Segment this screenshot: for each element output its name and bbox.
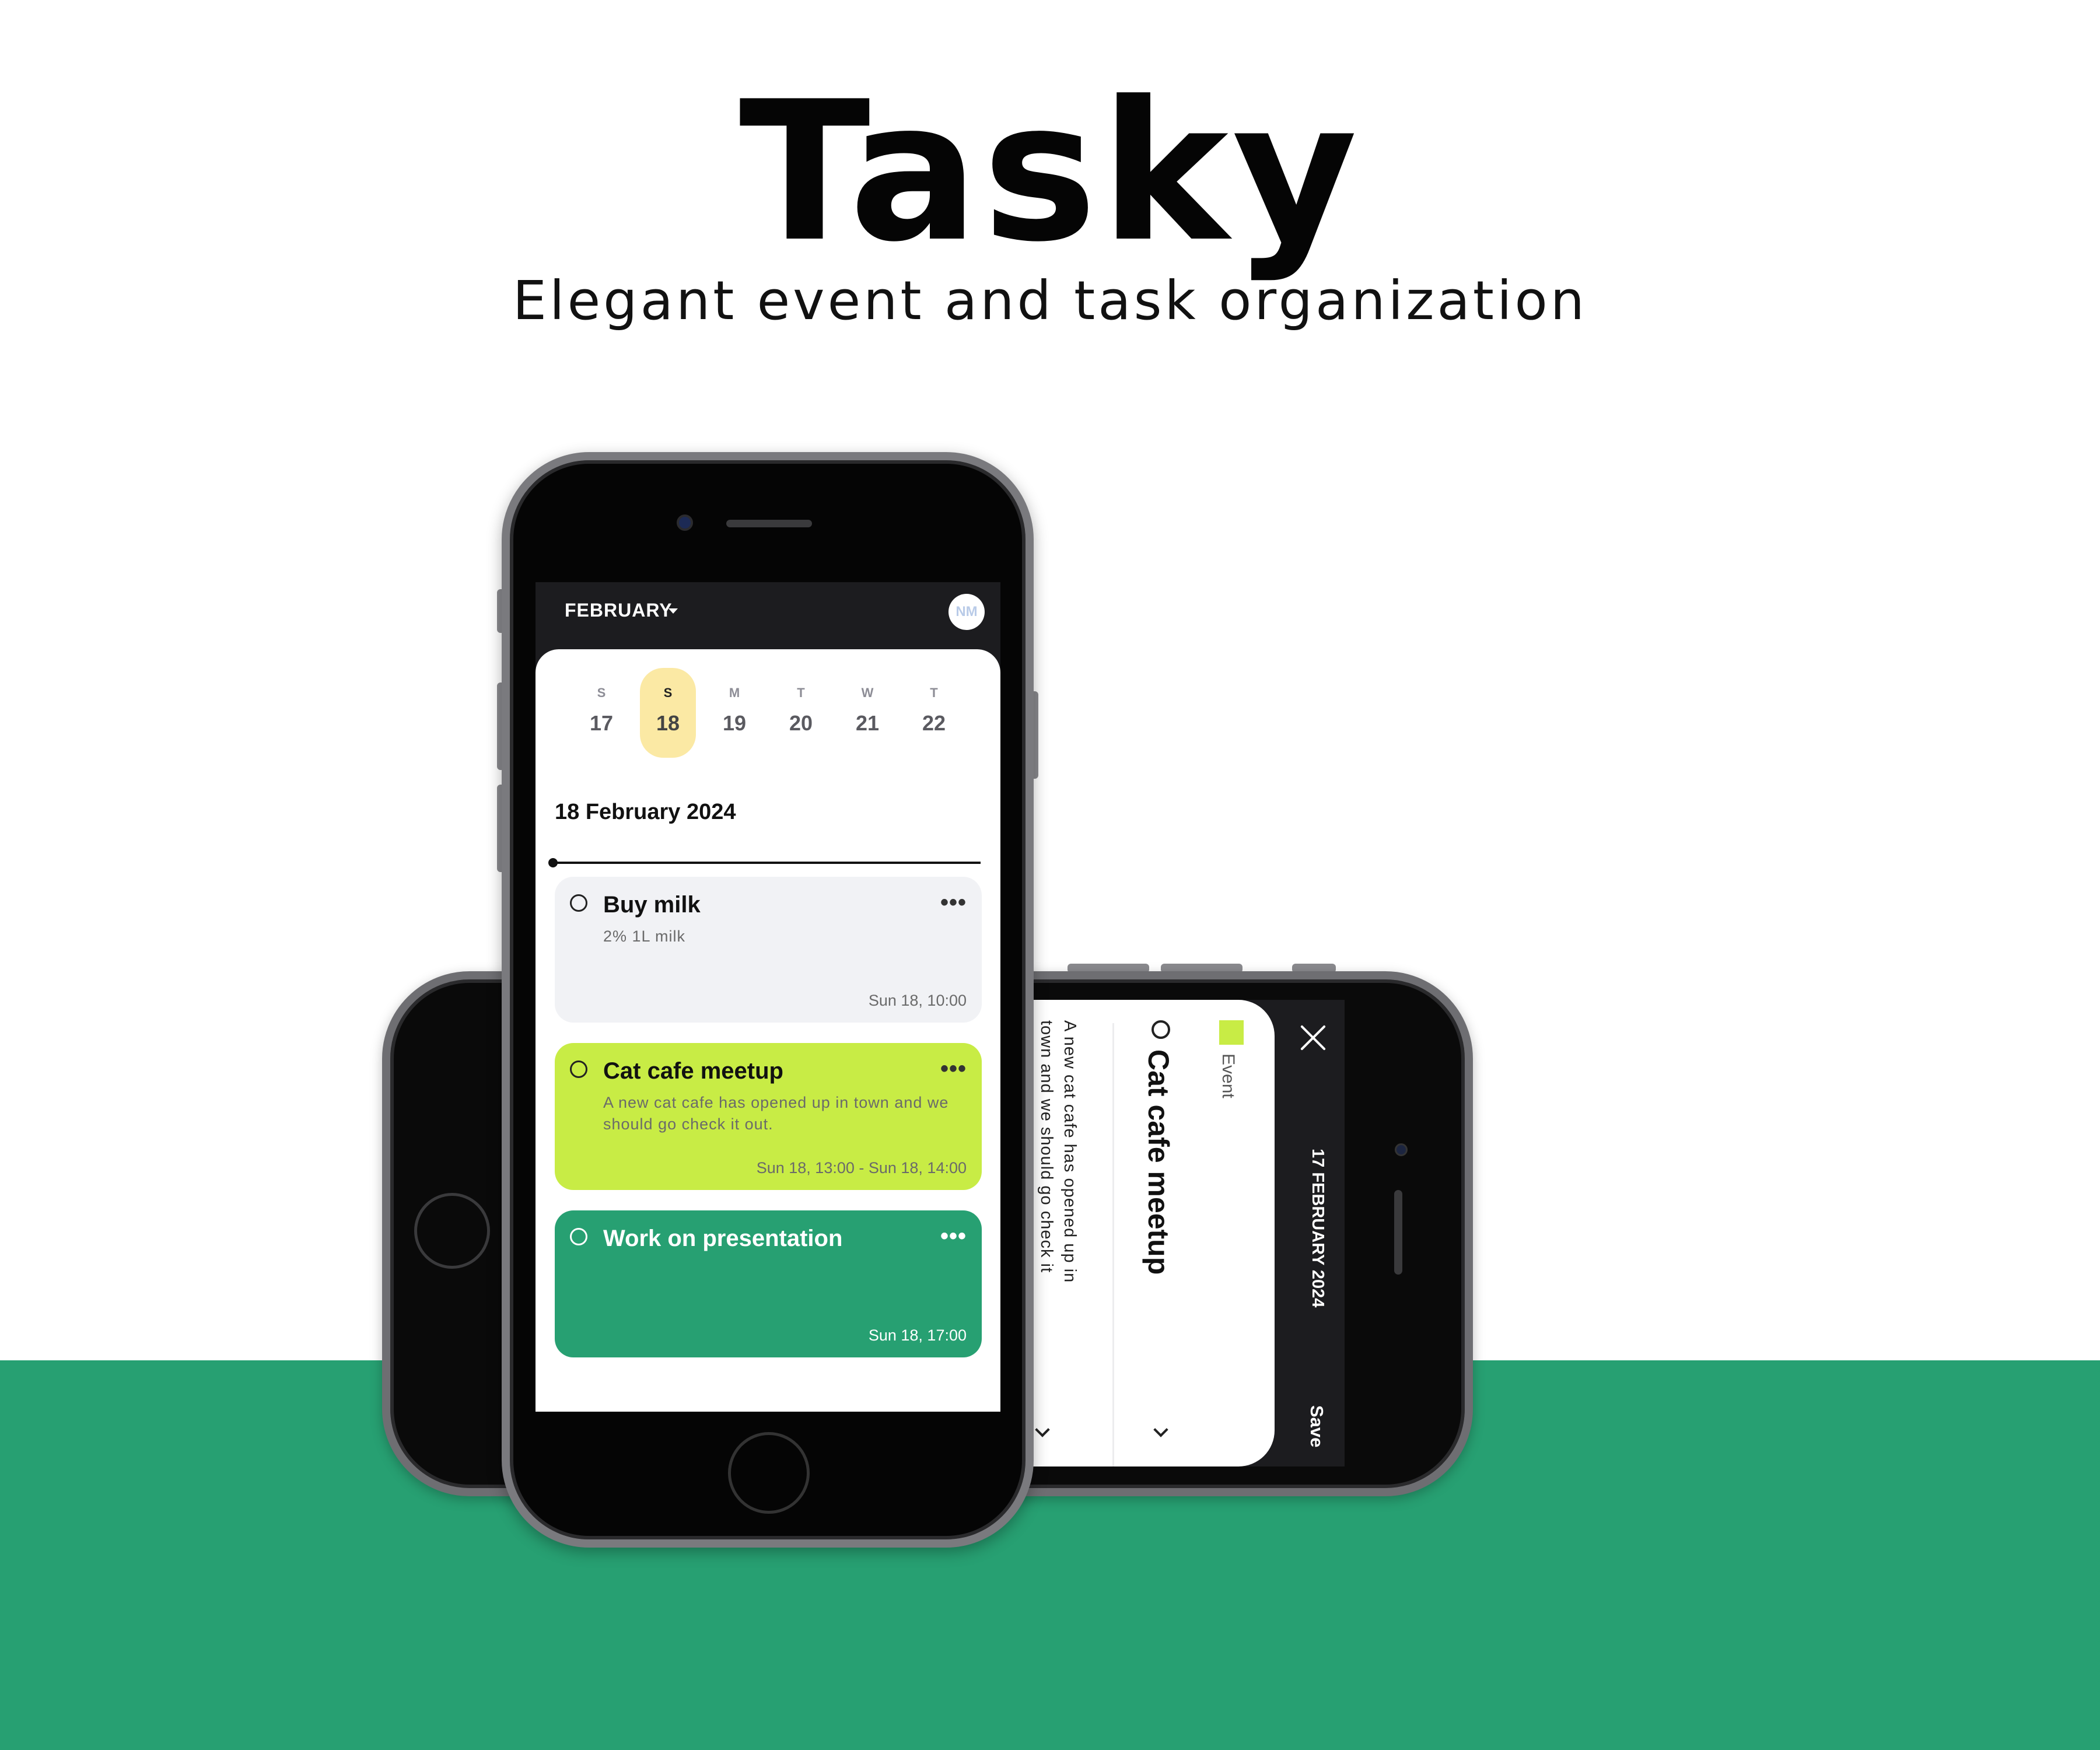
- chevron-down-icon[interactable]: [1035, 1422, 1050, 1437]
- task-card[interactable]: Work on presentation Sun 18, 17:00 •••: [555, 1210, 982, 1357]
- day-of-week: M: [729, 685, 740, 700]
- avatar[interactable]: NM: [949, 594, 985, 630]
- portrait-speaker: [726, 520, 812, 527]
- checkbox-circle-icon[interactable]: [1152, 1020, 1170, 1039]
- event-description-line[interactable]: town and we should go check it: [1037, 1020, 1056, 1273]
- checkbox-circle-icon[interactable]: [570, 1228, 587, 1245]
- day-number: 18: [656, 711, 680, 735]
- event-type-label[interactable]: Event: [1218, 1054, 1238, 1098]
- task-description: A new cat cafe has opened up in town and…: [603, 1094, 949, 1133]
- checkbox-circle-icon[interactable]: [570, 894, 587, 912]
- editor-date-label: 17 FEBRUARY 2024: [1308, 1149, 1327, 1308]
- app-title: Tasky: [738, 60, 1362, 284]
- landscape-camera: [1395, 1143, 1408, 1156]
- day-cell-19[interactable]: M 19: [706, 668, 762, 758]
- close-icon[interactable]: [1298, 1022, 1329, 1054]
- event-description-line[interactable]: A new cat cafe has opened up in: [1060, 1020, 1079, 1283]
- checkbox-circle-icon[interactable]: [570, 1060, 587, 1078]
- day-of-week: T: [930, 685, 938, 700]
- task-time: Sun 18, 13:00 - Sun 18, 14:00: [756, 1159, 967, 1177]
- more-horizontal-icon[interactable]: •••: [940, 1224, 967, 1248]
- month-selector[interactable]: FEBRUARY: [565, 600, 673, 621]
- task-description: 2% 1L milk: [603, 928, 686, 945]
- day-of-week: S: [597, 685, 606, 700]
- day-of-week: T: [797, 685, 805, 700]
- day-cell-22[interactable]: T 22: [906, 668, 962, 758]
- day-cell-20[interactable]: T 20: [773, 668, 829, 758]
- more-horizontal-icon[interactable]: •••: [940, 891, 967, 914]
- day-cell-17[interactable]: S 17: [573, 668, 629, 758]
- day-number: 22: [922, 711, 946, 735]
- landscape-home-button: [414, 1193, 490, 1269]
- day-number: 21: [855, 711, 880, 735]
- task-time: Sun 18, 10:00: [868, 992, 967, 1009]
- event-editor-card: Event Cat cafe meetup A new cat cafe has…: [1032, 1000, 1275, 1466]
- event-color-swatch[interactable]: [1219, 1020, 1244, 1045]
- save-button[interactable]: Save: [1306, 1405, 1327, 1447]
- day-cell-21[interactable]: W 21: [839, 668, 895, 758]
- calendar-screen: FEBRUARY NM S 17 S 18 M 19 T 20 W 21 T 2…: [536, 582, 1000, 1412]
- more-horizontal-icon[interactable]: •••: [940, 1057, 967, 1080]
- landscape-speaker: [1394, 1190, 1402, 1275]
- day-of-week: S: [663, 685, 673, 700]
- day-number: 20: [789, 711, 813, 735]
- day-cell-18-selected[interactable]: S 18: [640, 668, 696, 758]
- task-title: Buy milk: [603, 892, 701, 918]
- event-title-field[interactable]: Cat cafe meetup: [1142, 1049, 1175, 1275]
- portrait-camera: [677, 514, 693, 531]
- day-sheet: S 17 S 18 M 19 T 20 W 21 T 22 18 Februar…: [536, 649, 1000, 1412]
- day-number: 17: [589, 711, 614, 735]
- task-card[interactable]: Cat cafe meetup A new cat cafe has opene…: [555, 1043, 982, 1190]
- chevron-down-icon[interactable]: [1153, 1422, 1168, 1437]
- event-editor-screen: Event Cat cafe meetup A new cat cafe has…: [1032, 1000, 1345, 1466]
- current-time-line: [552, 862, 981, 864]
- dropdown-caret-icon[interactable]: [668, 608, 678, 614]
- app-tagline: Elegant event and task organization: [512, 270, 1588, 332]
- date-heading: 18 February 2024: [555, 800, 736, 824]
- day-of-week: W: [861, 685, 874, 700]
- current-time-dot: [548, 858, 558, 867]
- day-number: 19: [722, 711, 747, 735]
- portrait-home-button: [728, 1432, 810, 1514]
- editor-divider: [1112, 1023, 1114, 1466]
- task-title: Work on presentation: [603, 1226, 843, 1251]
- task-title: Cat cafe meetup: [603, 1058, 783, 1084]
- task-card[interactable]: Buy milk 2% 1L milk Sun 18, 10:00 •••: [555, 877, 982, 1023]
- task-time: Sun 18, 17:00: [868, 1326, 967, 1344]
